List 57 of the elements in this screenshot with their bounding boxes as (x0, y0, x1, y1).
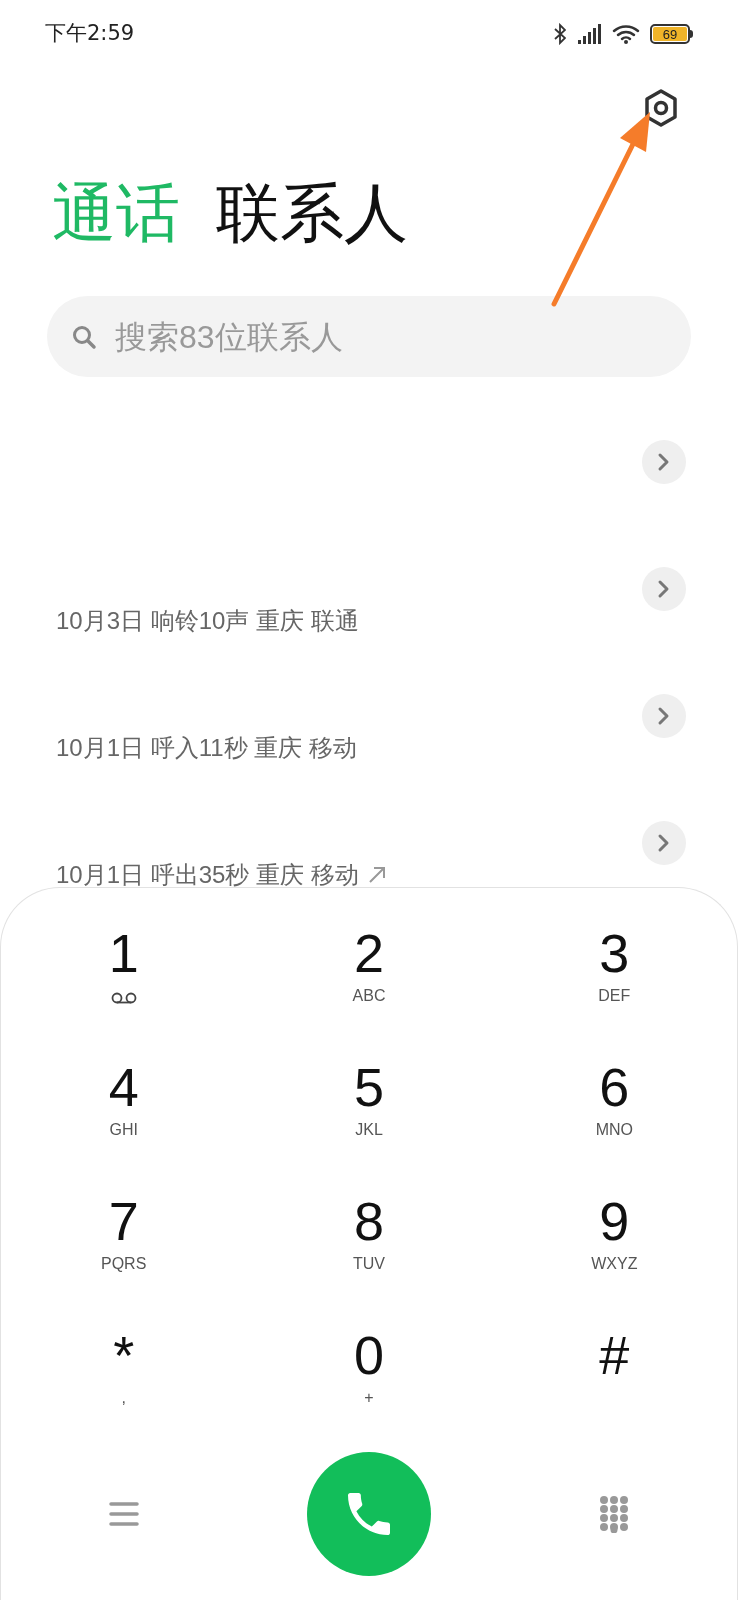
key-digit: 1 (108, 926, 139, 980)
dial-key[interactable]: 7 PQRS (1, 1184, 247, 1318)
dial-key[interactable]: 5 JKL (246, 1050, 492, 1184)
dial-key[interactable]: 4 GHI (1, 1050, 247, 1184)
call-detail: 10月1日 呼入11秒 重庆 移动 (56, 734, 357, 762)
chevron-button[interactable] (642, 567, 686, 611)
dial-key[interactable]: 1 (1, 916, 247, 1050)
key-digit: 8 (353, 1194, 384, 1248)
chevron-icon (657, 833, 671, 853)
wifi-icon (612, 23, 642, 45)
key-digit: 4 (108, 1060, 139, 1114)
battery-level: 69 (662, 27, 678, 41)
dial-key[interactable]: * , (1, 1318, 247, 1452)
key-letters: , (121, 1390, 126, 1406)
dial-key[interactable]: # (491, 1318, 737, 1452)
dial-key[interactable]: 8 TUV (246, 1184, 492, 1318)
key-digit: 3 (599, 926, 630, 980)
key-letters: TUV (353, 1256, 385, 1272)
key-digit: # (599, 1328, 630, 1382)
search-icon (71, 323, 97, 350)
dial-key[interactable]: 6 MNO (491, 1050, 737, 1184)
dial-key[interactable]: 9 WXYZ (491, 1184, 737, 1318)
chevron-icon (657, 452, 671, 472)
key-letters: WXYZ (591, 1256, 638, 1272)
key-letters: MNO (595, 1122, 633, 1138)
key-digit: 6 (599, 1060, 630, 1114)
call-detail: 10月1日 呼出35秒 重庆 移动 (56, 861, 359, 887)
key-digit: 2 (353, 926, 384, 980)
key-letters: GHI (109, 1122, 138, 1138)
settings-icon[interactable] (642, 88, 680, 128)
key-digit: 9 (599, 1194, 630, 1248)
chevron-icon (657, 579, 671, 599)
menu-icon[interactable] (108, 1501, 139, 1527)
key-digit: * (113, 1328, 135, 1382)
dial-key[interactable]: 3 DEF (491, 916, 737, 1050)
chevron-button[interactable] (642, 694, 686, 738)
key-letters: + (364, 1390, 374, 1406)
key-letters: PQRS (101, 1256, 147, 1272)
search-input[interactable]: 搜索83位联系人 (115, 312, 667, 361)
chevron-button[interactable] (642, 821, 686, 865)
call-detail: 10月3日 响铃10声 重庆 联通 (56, 607, 359, 635)
bluetooth-icon (554, 23, 566, 45)
dial-key[interactable]: 2 ABC (246, 916, 492, 1050)
voicemail-icon (110, 992, 137, 1004)
search-field[interactable]: 搜索83位联系人 (47, 296, 691, 377)
key-digit: 5 (353, 1060, 384, 1114)
chevron-button[interactable] (642, 440, 686, 484)
chevron-icon (657, 706, 671, 726)
key-letters: JKL (355, 1122, 383, 1138)
dialpad-icon[interactable] (599, 1495, 630, 1533)
key-letters: ABC (352, 988, 386, 1004)
key-digit: 7 (108, 1194, 139, 1248)
tab[interactable]: 联系人 (216, 181, 408, 245)
key-letters: DEF (598, 988, 631, 1004)
dial-key[interactable]: 0 + (246, 1318, 492, 1452)
status-time: 下午2:59 (45, 20, 135, 48)
key-digit: 0 (353, 1328, 384, 1382)
